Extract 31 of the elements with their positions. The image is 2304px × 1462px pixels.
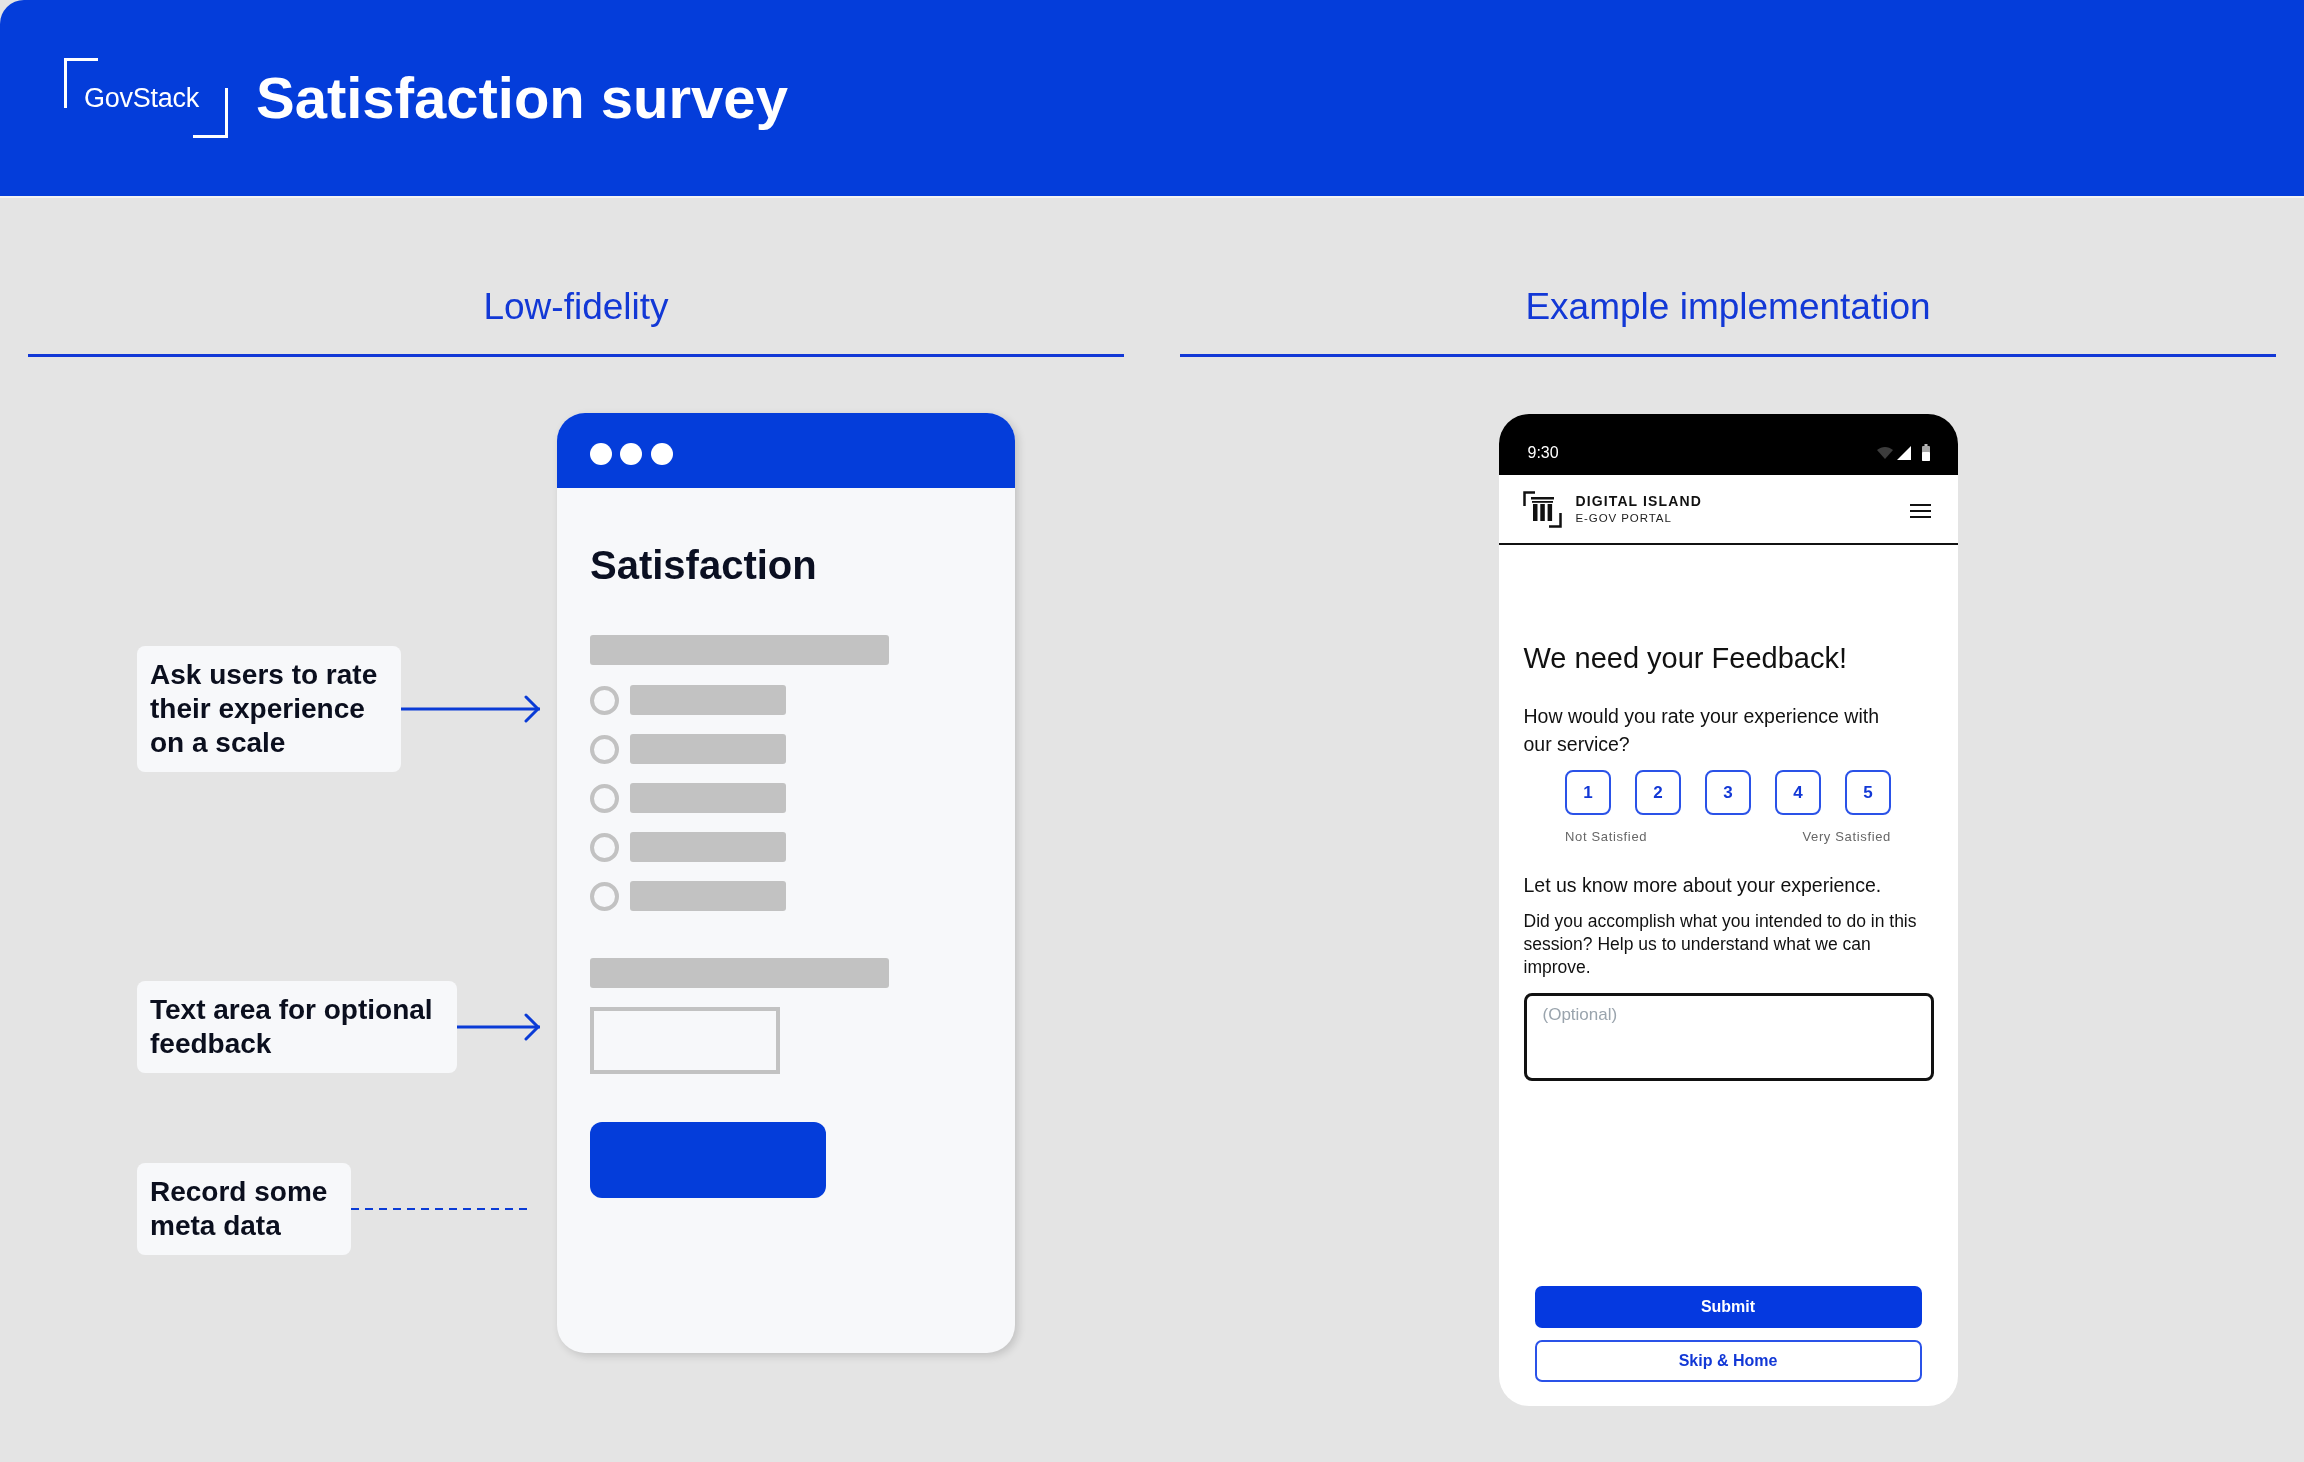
menu-icon[interactable] bbox=[1909, 502, 1931, 519]
rating-option[interactable]: 3 bbox=[1705, 770, 1751, 815]
annotation-note: Record some meta data bbox=[137, 1163, 351, 1255]
status-time: 9:30 bbox=[1527, 442, 1559, 463]
help-text: Did you accomplish what you intended to do in this session? Help us to understand what we can improve. bbox=[1523, 910, 1918, 979]
annotation-note: Ask users to rate their experience on a scale bbox=[137, 646, 401, 772]
rating-option[interactable]: 4 bbox=[1775, 770, 1821, 815]
scale-label: Very Satisfied bbox=[1802, 828, 1891, 846]
columns-logo-icon bbox=[1522, 490, 1562, 528]
scale-label: Not Satisfied bbox=[1565, 828, 1648, 846]
rating-option[interactable]: 1 bbox=[1565, 770, 1611, 815]
portal-subtitle: E-GOV PORTAL bbox=[1575, 511, 1673, 526]
rating-option[interactable]: 5 bbox=[1845, 770, 1891, 815]
annotation-note: Text area for optional feedback bbox=[137, 981, 457, 1073]
rating-question: How would you rate your experience with our service? bbox=[1523, 704, 1880, 757]
section-heading: Example implementation bbox=[1524, 285, 1932, 329]
page-title: Satisfaction survey bbox=[256, 64, 788, 132]
portal-name: DIGITAL ISLAND bbox=[1575, 492, 1702, 510]
signal-icon bbox=[1896, 445, 1911, 460]
window-dots-icon bbox=[590, 443, 673, 465]
wireframe-title: Satisfaction bbox=[590, 542, 817, 589]
rating-option[interactable]: 2 bbox=[1635, 770, 1681, 815]
section-heading: Low-fidelity bbox=[482, 285, 670, 329]
battery-icon bbox=[1921, 444, 1930, 461]
submit-button[interactable]: Submit bbox=[1534, 1286, 1922, 1328]
skip-button[interactable]: Skip & Home bbox=[1534, 1340, 1922, 1382]
form-title: We need your Feedback! bbox=[1523, 641, 1847, 675]
section-subheading: Let us know more about your experience. bbox=[1523, 873, 1882, 898]
govstack-logo: GovStack bbox=[64, 58, 228, 138]
wifi-icon bbox=[1876, 446, 1893, 459]
feedback-textarea[interactable]: (Optional) bbox=[1523, 993, 1934, 1081]
